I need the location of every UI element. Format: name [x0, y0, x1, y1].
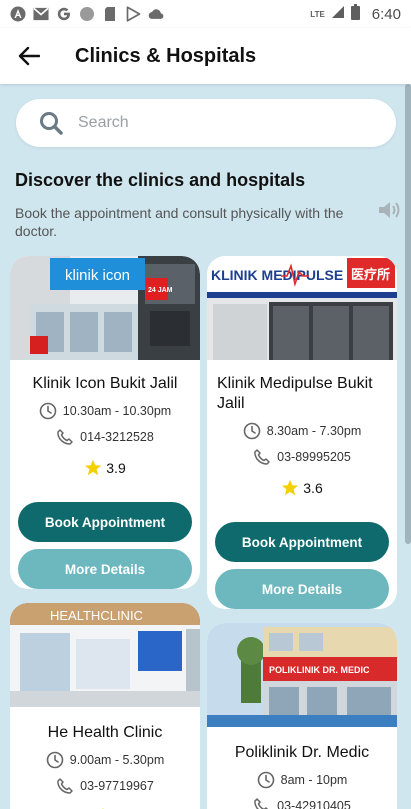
sign-chinese: 医疗所 [351, 267, 390, 282]
network-type: LTE [310, 9, 325, 19]
scrollbar[interactable] [405, 84, 411, 544]
opening-hours: 10.30am - 10.30pm [10, 402, 200, 420]
clinic-name: Poliklinik Dr. Medic [234, 744, 370, 761]
rating: 3.6 [207, 479, 397, 497]
cloud-icon [148, 6, 164, 22]
system-indicators: LTE 6:40 [310, 3, 401, 25]
phone-icon [254, 449, 270, 465]
phone-icon [254, 798, 269, 809]
page-title: Clinics & Hospitals [75, 44, 257, 67]
clinic-card[interactable]: 医疗所 KLINIK MEDIPULSE Klinik Medipulse Bu… [207, 256, 397, 609]
clock: 6:40 [371, 5, 401, 23]
angular-icon [10, 6, 26, 22]
rating-value: 3.9 [106, 460, 126, 476]
clock-icon [39, 402, 57, 420]
opening-hours: 8.30am - 7.30pm [207, 422, 397, 440]
clinic-name: He Health Clinic [47, 724, 163, 741]
hours-text: 8.30am - 7.30pm [266, 424, 362, 438]
more-details-button[interactable]: More Details [215, 569, 389, 609]
back-button[interactable] [9, 36, 49, 76]
app-bar: Clinics & Hospitals [0, 28, 411, 84]
rating-value: 3.6 [303, 480, 323, 496]
arrow-left-icon [18, 46, 40, 66]
clinic-photo: klinik icon 24 JAM [10, 256, 200, 360]
hours-text: 8am - 10pm [280, 773, 348, 787]
sign-text: POLIKLINIK DR. MEDIC [269, 665, 370, 675]
book-appointment-button[interactable]: Book Appointment [215, 522, 389, 562]
phone-number[interactable]: 03-89995205 [207, 448, 397, 466]
phone-number[interactable]: 03-42910405 [207, 797, 397, 809]
section-title: Discover the clinics and hospitals [15, 170, 306, 190]
main-content[interactable]: Discover the clinics and hospitals Book … [0, 84, 404, 809]
notification-icons [10, 6, 164, 22]
phone-text: 03-42910405 [277, 799, 351, 809]
sign-text: HEALTHCLINIC [50, 608, 143, 623]
more-details-button[interactable]: More Details [18, 549, 192, 589]
search-bar[interactable] [16, 99, 396, 147]
rating: 3.9 [10, 459, 200, 477]
phone-icon [57, 778, 73, 794]
battery-icon [350, 3, 360, 25]
clock-icon [257, 771, 274, 789]
clinic-name: Klinik Medipulse Bukit Jalil [217, 375, 373, 412]
gmail-icon [33, 6, 49, 22]
sign-text: klinik icon [65, 267, 130, 284]
phone-text: 03-97719967 [80, 779, 154, 793]
circle-icon [79, 6, 95, 22]
phone-number[interactable]: 03-97719967 [10, 777, 200, 795]
search-icon [40, 112, 63, 135]
phone-icon [57, 429, 73, 445]
clinic-name: Klinik Icon Bukit Jalil [32, 375, 178, 392]
clinic-photo: 医疗所 KLINIK MEDIPULSE [207, 256, 397, 360]
phone-text: 014-3212528 [80, 430, 154, 444]
clinic-photo: POLIKLINIK DR. MEDIC [207, 623, 397, 727]
section-description: Book the appointment and consult physica… [15, 205, 344, 239]
status-bar: LTE 6:40 [0, 0, 411, 28]
clock-icon [46, 751, 64, 769]
search-input[interactable] [78, 114, 358, 132]
star-icon [85, 459, 102, 476]
opening-hours: 8am - 10pm [207, 771, 397, 789]
book-appointment-button[interactable]: Book Appointment [18, 502, 192, 542]
sim-icon [102, 6, 118, 22]
google-icon [56, 6, 72, 22]
clock-icon [243, 422, 261, 440]
opening-hours: 9.00am - 5.30pm [10, 751, 200, 769]
hours-text: 9.00am - 5.30pm [69, 753, 165, 767]
clinic-card[interactable]: klinik icon 24 JAM Klinik Icon Bukit Jal… [10, 256, 200, 589]
clinic-card[interactable]: HEALTHCLINIC He Health Clinic 9.00am - 5… [10, 603, 200, 809]
speaker-icon[interactable] [377, 199, 403, 221]
star-icon [282, 479, 299, 496]
play-store-icon [125, 6, 141, 22]
clinic-photo: HEALTHCLINIC [10, 603, 200, 707]
sign-text: KLINIK MEDIPULSE [211, 267, 343, 283]
phone-text: 03-89995205 [277, 450, 351, 464]
clinic-card[interactable]: POLIKLINIK DR. MEDIC Poliklinik Dr. Medi… [207, 623, 397, 809]
phone-number[interactable]: 014-3212528 [10, 428, 200, 446]
hours-text: 10.30am - 10.30pm [62, 404, 172, 418]
badge-text: 24 JAM [148, 287, 173, 294]
signal-icon [331, 5, 345, 24]
